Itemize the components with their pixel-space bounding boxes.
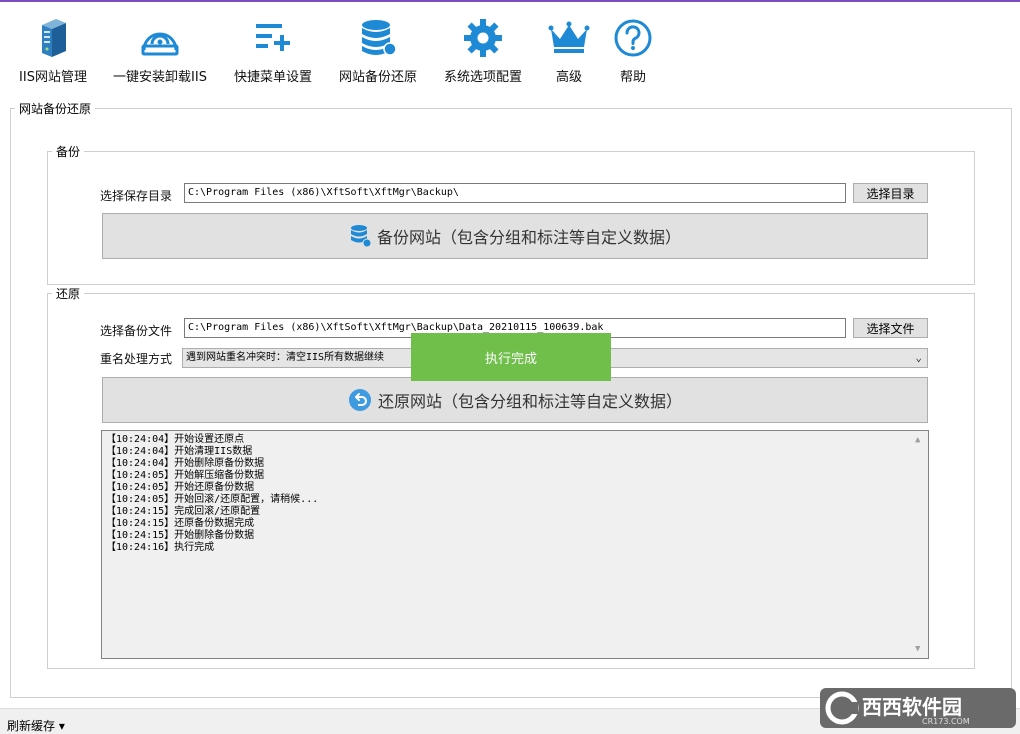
- log-line: 【10:24:05】开始还原备份数据: [106, 482, 255, 493]
- choose-file-button[interactable]: 选择文件: [853, 318, 928, 338]
- completion-toast: 执行完成: [411, 333, 611, 381]
- install-icon: [138, 16, 182, 60]
- group-title: 网站备份还原: [19, 102, 92, 116]
- log-line: 【10:24:04】开始删除原备份数据: [106, 458, 265, 469]
- help-icon: [611, 16, 655, 60]
- rename-mode-value: 遇到网站重名冲突时：清空IIS所有数据继续: [186, 352, 385, 363]
- database-icon: [356, 16, 400, 60]
- menu-add-icon: [251, 16, 295, 60]
- server-icon: [31, 16, 75, 60]
- svg-text:CR173.COM: CR173.COM: [922, 717, 970, 726]
- toolbar-quick-menu[interactable]: 快捷菜单设置: [230, 16, 316, 88]
- log-line: 【10:24:04】开始清理IIS数据: [106, 446, 253, 457]
- log-line: 【10:24:04】开始设置还原点: [106, 434, 245, 445]
- gear-icon: [461, 16, 505, 60]
- restore-site-label: 还原网站（包含分组和标注等自定义数据）: [377, 392, 682, 411]
- save-dir-label: 选择保存目录: [100, 189, 173, 203]
- choose-dir-button[interactable]: 选择目录: [853, 183, 928, 203]
- toolbar-install-iis[interactable]: 一键安装卸载IIS: [110, 16, 210, 88]
- toolbar-label: 系统选项配置: [443, 70, 522, 85]
- toolbar-label: 高级: [555, 70, 582, 85]
- backup-group-title: 备份: [56, 145, 81, 159]
- toolbar-label: 网站备份还原: [338, 70, 417, 85]
- scroll-down-icon[interactable]: ▼: [915, 643, 920, 655]
- toolbar-label: 一键安装卸载IIS: [113, 70, 207, 85]
- restore-group-title: 还原: [56, 287, 81, 301]
- log-line: 【10:24:15】还原备份数据完成: [106, 518, 255, 529]
- log-line: 【10:24:05】开始回滚/还原配置，请稍候...: [106, 494, 319, 505]
- toolbar-system-options[interactable]: 系统选项配置: [440, 16, 526, 88]
- backup-file-label: 选择备份文件: [100, 324, 173, 338]
- restore-icon: [348, 388, 372, 412]
- watermark-logo: 西西软件园 CR173.COM: [820, 686, 1016, 730]
- restore-site-button[interactable]: 还原网站（包含分组和标注等自定义数据）: [102, 377, 928, 423]
- svg-text:西西软件园: 西西软件园: [862, 695, 962, 719]
- toolbar: IIS网站管理 一键安装卸载IIS 快捷菜单设置 网站备份还原 系统选项配置 高…: [0, 2, 1020, 94]
- refresh-cache-button[interactable]: 刷新缓存 ▾: [7, 717, 65, 734]
- toolbar-label: 帮助: [619, 70, 646, 85]
- crown-icon: [547, 16, 591, 60]
- database-icon: [349, 224, 371, 248]
- toolbar-backup-restore[interactable]: 网站备份还原: [335, 16, 421, 88]
- rename-mode-label: 重名处理方式: [100, 352, 173, 366]
- toolbar-label: IIS网站管理: [19, 70, 87, 85]
- toolbar-iis-manage[interactable]: IIS网站管理: [18, 16, 88, 88]
- log-line: 【10:24:15】开始删除备份数据: [106, 530, 255, 541]
- toolbar-advanced[interactable]: 高级: [546, 16, 592, 88]
- log-output[interactable]: 【10:24:04】开始设置还原点 【10:24:04】开始清理IIS数据 【1…: [101, 430, 929, 659]
- toolbar-help[interactable]: 帮助: [610, 16, 656, 88]
- backup-site-label: 备份网站（包含分组和标注等自定义数据）: [376, 228, 681, 247]
- scroll-up-icon[interactable]: ▲: [915, 434, 920, 446]
- log-line: 【10:24:05】开始解压缩备份数据: [106, 470, 265, 481]
- toolbar-label: 快捷菜单设置: [233, 70, 312, 85]
- log-line: 【10:24:15】完成回滚/还原配置: [106, 506, 261, 517]
- chevron-down-icon: ⌄: [915, 351, 922, 364]
- save-dir-input[interactable]: C:\Program Files (x86)\XftSoft\XftMgr\Ba…: [184, 183, 846, 203]
- backup-site-button[interactable]: 备份网站（包含分组和标注等自定义数据）: [102, 213, 928, 259]
- log-scrollbar[interactable]: ▲ ▼: [911, 431, 928, 658]
- log-line: 【10:24:16】执行完成: [106, 542, 215, 553]
